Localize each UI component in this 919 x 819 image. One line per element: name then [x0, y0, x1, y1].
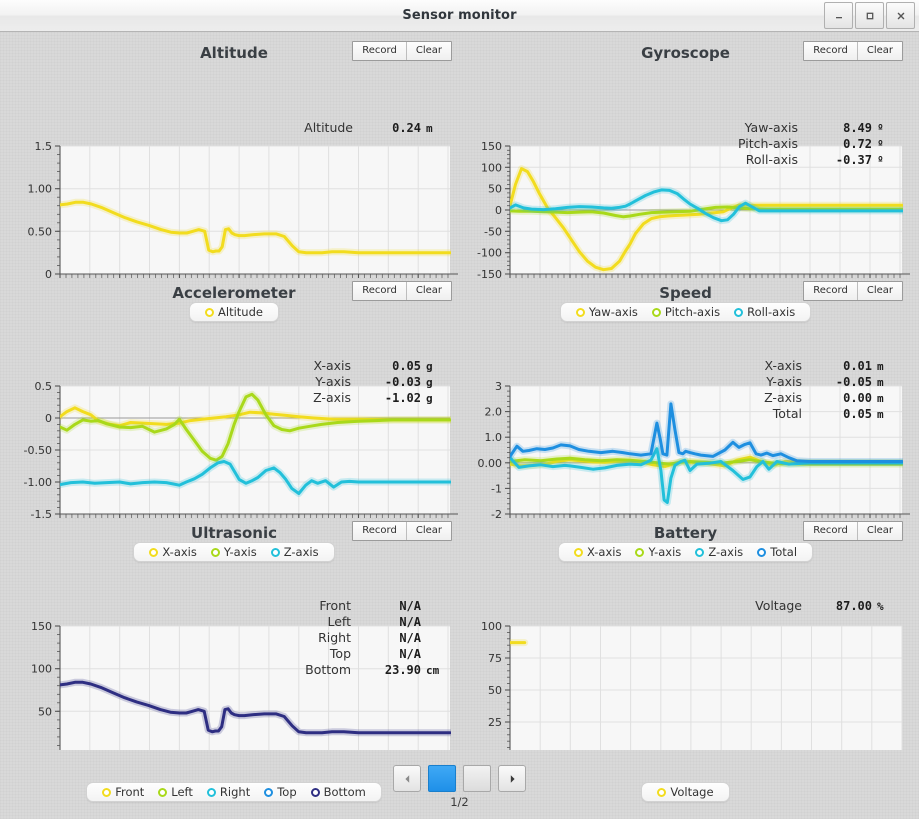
page-indicator-label: 1/2	[450, 795, 469, 809]
panel-speed: SpeedRecordClear-2-10.001.02.0319,62721,…	[460, 278, 911, 562]
svg-text:-0.50: -0.50	[24, 444, 52, 457]
svg-text:3: 3	[495, 380, 502, 393]
prev-page-button[interactable]	[393, 765, 421, 792]
chart-accelerometer: -1.5-1.00-0.5000.519,62621,12622,62624,1…	[8, 308, 460, 562]
svg-text:50: 50	[488, 183, 502, 196]
clear-button-accelerometer[interactable]: Clear	[405, 282, 451, 300]
svg-text:0: 0	[495, 204, 502, 217]
pagination-row	[393, 765, 526, 792]
panel-battery: BatteryRecordClear0255075100090,000180,0…	[460, 518, 911, 802]
record-button-altitude[interactable]: Record	[353, 42, 406, 60]
svg-text:0.00: 0.00	[478, 457, 503, 470]
panel-header-battery: Battery Record Clear	[460, 518, 911, 548]
svg-text:100: 100	[31, 663, 52, 676]
svg-text:25: 25	[488, 716, 502, 729]
chart-battery: 0255075100090,000180,000270,000360,00045…	[460, 548, 911, 802]
panel-title-altitude: Altitude	[200, 44, 268, 62]
panel-actions-gyroscope: Record Clear	[803, 41, 903, 61]
svg-text:1.00: 1.00	[28, 183, 53, 196]
svg-text:150: 150	[481, 140, 502, 153]
svg-text:100: 100	[481, 161, 502, 174]
panel-actions-ultrasonic: Record Clear	[352, 521, 452, 541]
svg-text:-150: -150	[477, 268, 502, 278]
svg-text:1.5: 1.5	[35, 140, 53, 153]
clear-button-speed[interactable]: Clear	[856, 282, 902, 300]
chart-speed: -2-10.001.02.0319,62721,12722,62724,1272…	[460, 308, 911, 562]
panel-gyroscope: Gyroscope Record Clear -150 -100 -50 0 50 100 150…	[460, 38, 911, 322]
pagination-控件: 1/2	[0, 765, 919, 809]
svg-text:0: 0	[45, 748, 52, 750]
clear-button-gyroscope[interactable]: Clear	[856, 42, 902, 60]
window-controls	[824, 2, 915, 29]
chart-gyroscope: -150-100-5005010015019,56321,06322,56324…	[460, 68, 911, 322]
panel-accelerometer: Accelerometer Record Clear -1.5 -1.00 -0.50 0 0…	[8, 278, 460, 562]
record-button-battery[interactable]: Record	[804, 522, 857, 540]
panel-ultrasonic: UltrasonicRecordClear05010015019,62621,1…	[8, 518, 460, 802]
svg-text:0: 0	[45, 412, 52, 425]
panel-header-accelerometer: Accelerometer Record Clear	[8, 278, 460, 308]
page-button-2[interactable]	[463, 765, 491, 792]
panel-actions-altitude: Record Clear	[352, 41, 452, 61]
svg-text:0: 0	[45, 268, 52, 278]
panel-header-altitude: Altitude Record Clear	[8, 38, 460, 68]
svg-text:2.0: 2.0	[485, 406, 503, 419]
window-title: Sensor monitor	[402, 8, 517, 23]
svg-text:-1: -1	[491, 482, 502, 495]
record-button-speed[interactable]: Record	[804, 282, 857, 300]
chart-altitude: 00.501.001.519,56321,06322,56324,06325,5…	[8, 68, 460, 322]
close-button[interactable]	[886, 2, 915, 29]
page-button-1[interactable]	[428, 765, 456, 792]
svg-text:50: 50	[488, 684, 502, 697]
svg-text:50: 50	[38, 705, 52, 718]
panel-header-speed: Speed Record Clear	[460, 278, 911, 308]
svg-text:150: 150	[31, 620, 52, 633]
panel-title-battery: Battery	[653, 524, 718, 542]
svg-text:-2: -2	[491, 508, 502, 518]
panel-actions-battery: Record Clear	[803, 521, 903, 541]
svg-text:0.50: 0.50	[28, 225, 53, 238]
panel-title-ultrasonic: Ultrasonic	[191, 524, 277, 542]
panel-altitude: AltitudeRecordClear00.501.001.519,56321,…	[8, 38, 460, 322]
minimize-button[interactable]	[824, 2, 853, 29]
svg-text:-1.00: -1.00	[24, 476, 52, 489]
svg-text:-1.5: -1.5	[31, 508, 52, 518]
svg-text:1.0: 1.0	[485, 431, 503, 444]
window-title-bar: Sensor monitor	[0, 0, 919, 32]
svg-text:100: 100	[481, 620, 502, 633]
record-button-accelerometer[interactable]: Record	[353, 282, 406, 300]
panel-actions-accelerometer: Record Clear	[352, 281, 452, 301]
svg-text:75: 75	[488, 652, 502, 665]
svg-text:0: 0	[495, 748, 502, 750]
panel-title-accelerometer: Accelerometer	[172, 284, 296, 302]
panel-actions-speed: Record Clear	[803, 281, 903, 301]
svg-text:-100: -100	[477, 247, 502, 260]
clear-button-altitude[interactable]: Clear	[405, 42, 451, 60]
svg-text:-50: -50	[484, 225, 502, 238]
svg-text:0.5: 0.5	[35, 380, 53, 393]
clear-button-battery[interactable]: Clear	[856, 522, 902, 540]
maximize-button[interactable]	[855, 2, 884, 29]
panel-title-speed: Speed	[659, 284, 712, 302]
record-button-ultrasonic[interactable]: Record	[353, 522, 406, 540]
chart-ultrasonic: 05010015019,62621,12622,62624,12625,6262…	[8, 548, 460, 802]
panel-header-ultrasonic: Ultrasonic Record Clear	[8, 518, 460, 548]
panel-header-gyroscope: Gyroscope Record Clear	[460, 38, 911, 68]
next-page-button[interactable]	[498, 765, 526, 792]
record-button-gyroscope[interactable]: Record	[804, 42, 857, 60]
clear-button-ultrasonic[interactable]: Clear	[405, 522, 451, 540]
sensor-panel-grid: AltitudeRecordClear00.501.001.519,56321,…	[0, 32, 919, 802]
panel-title-gyroscope: Gyroscope	[641, 44, 730, 62]
